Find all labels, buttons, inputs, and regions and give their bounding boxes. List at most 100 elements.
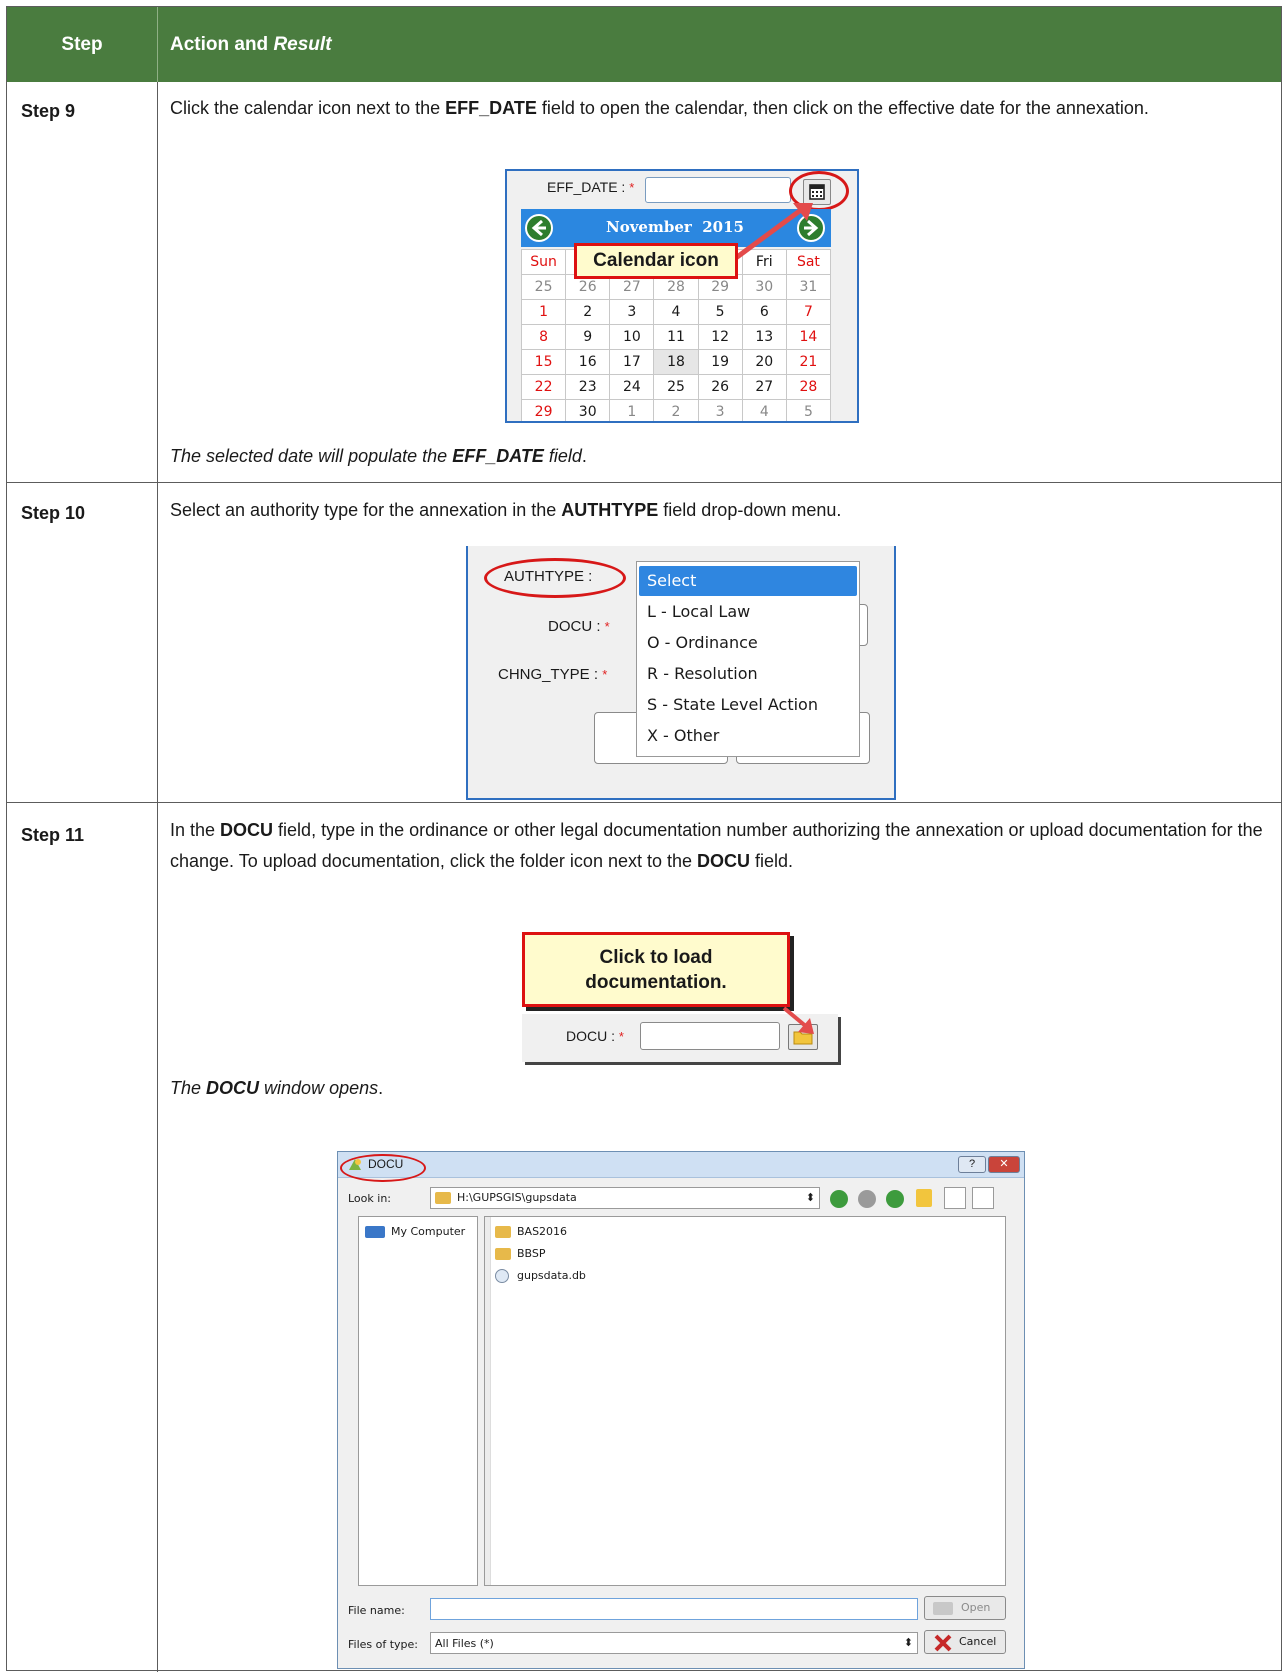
calendar-day[interactable]: 20 [741,349,787,375]
calendar-day[interactable]: 5 [785,399,832,421]
calendar-day[interactable]: 4 [653,299,699,325]
sidebar-pane: My Computer [358,1216,478,1586]
prev-month-button[interactable] [525,214,553,242]
authtype-option[interactable]: O - Ordinance [639,628,857,658]
calendar-day[interactable]: 10 [609,324,655,350]
back-arrow-icon[interactable] [830,1190,848,1208]
docu-field-label: DOCU : * [566,1028,624,1044]
calendar-day[interactable]: 1 [520,299,567,325]
step9-instruction: Click the calendar icon next to the EFF_… [170,93,1265,124]
folder-icon [495,1226,511,1238]
detail-view-icon[interactable] [972,1187,994,1209]
calendar-day[interactable]: 9 [565,324,611,350]
authtype-dropdown[interactable]: Select L - Local Law O - Ordinance R - Reso… [636,561,860,757]
list-view-icon[interactable] [944,1187,966,1209]
authtype-option[interactable]: Select [639,566,857,596]
forward-arrow-icon[interactable] [858,1190,876,1208]
step11-text-3: field. [750,851,794,871]
calendar-day[interactable]: 17 [609,349,655,375]
calendar-day[interactable]: 15 [520,349,567,375]
splitter-handle[interactable] [485,1217,491,1585]
calendar-day[interactable]: 26 [697,374,743,400]
calendar-day[interactable]: 28 [785,374,832,400]
callout-line-1: Click to load [599,947,713,968]
chng-type-label-text: CHNG_TYPE : [498,666,599,683]
calendar-month: November [606,218,692,236]
step9-result-2: field [543,446,582,466]
calendar-day[interactable]: 7 [785,299,832,325]
calendar-day[interactable]: 30 [565,399,611,421]
calendar-day[interactable]: 29 [520,399,567,421]
calendar-day[interactable]: 13 [741,324,787,350]
docu-label: DOCU : * [548,618,610,635]
arrow-left-icon [531,219,546,237]
calendar-day[interactable]: 8 [520,324,567,350]
calendar-day[interactable]: 3 [697,399,743,421]
step9-field: EFF_DATE [445,98,537,118]
step11-text-1: In the [170,820,221,840]
calendar-day[interactable]: 11 [653,324,699,350]
calendar-day[interactable]: 19 [697,349,743,375]
calendar-day[interactable]: 2 [565,299,611,325]
calendar-day[interactable]: 1 [609,399,655,421]
help-button[interactable]: ? [958,1156,986,1173]
authtype-option[interactable]: L - Local Law [639,597,857,627]
look-in-select[interactable]: H:\GUPSGIS\gupsdata ⬍ [430,1187,820,1209]
row-divider [7,802,1281,803]
calendar-day[interactable]: 6 [741,299,787,325]
calendar-month-year: November 2015 [606,218,744,236]
calendar-week-row: 22 23 24 25 26 27 28 [520,374,832,400]
cancel-button[interactable]: Cancel [924,1630,1006,1654]
calendar-day[interactable]: 21 [785,349,832,375]
calendar-week-row: 1234567 [520,299,832,325]
calendar-day[interactable]: 25 [520,274,567,300]
dialog-titlebar: DOCU ? ✕ [338,1152,1024,1178]
docu-field-screenshot: Click to load documentation. DOCU : * [522,932,840,1062]
open-button[interactable]: Open [924,1596,1006,1620]
file-name-input[interactable] [430,1598,918,1620]
files-of-type-select[interactable]: All Files (*) ⬍ [430,1632,918,1654]
step9-result: The selected date will populate the EFF_… [170,441,1265,472]
calendar-day[interactable]: 25 [653,374,699,400]
file-name: BBSP [517,1247,546,1260]
calendar-day[interactable]: 12 [697,324,743,350]
required-mark: * [629,180,635,195]
calendar-day[interactable]: 27 [741,374,787,400]
authtype-option[interactable]: S - State Level Action [639,690,857,720]
column-divider [157,82,158,1672]
spinner-icon: ⬍ [805,1191,815,1204]
file-list-item[interactable]: gupsdata.db [495,1269,586,1283]
calendar-day[interactable]: 23 [565,374,611,400]
file-name-label: File name: [348,1604,405,1617]
authtype-highlight-ring [484,558,626,598]
step11-instruction: In the DOCU field, type in the ordinance… [170,815,1265,877]
new-folder-icon[interactable] [916,1189,932,1207]
calendar-day[interactable]: 3 [609,299,655,325]
calendar-icon-callout: Calendar icon [574,243,738,279]
header-action: Action and Result [170,7,332,82]
database-file-icon [495,1269,509,1283]
eff-date-input[interactable] [645,177,791,203]
file-list-item[interactable]: BBSP [495,1247,546,1260]
step11-result-end: . [378,1078,384,1098]
calendar-day[interactable]: 24 [609,374,655,400]
calendar-day[interactable]: 2 [653,399,699,421]
up-arrow-icon[interactable] [886,1190,904,1208]
calendar-day[interactable]: 5 [697,299,743,325]
file-list-item[interactable]: BAS2016 [495,1225,567,1238]
procedure-table: Step Action and Result Step 9 Click the … [6,6,1282,1672]
calendar-day[interactable]: 22 [520,374,567,400]
step10-field: AUTHTYPE [561,500,659,520]
close-button[interactable]: ✕ [988,1156,1020,1173]
calendar-day[interactable]: 14 [785,324,832,350]
authtype-option[interactable]: X - Other [639,721,857,751]
calendar-day[interactable]: 31 [785,274,832,300]
docu-field-input[interactable] [640,1022,780,1050]
calendar-day[interactable]: 16 [565,349,611,375]
sidebar-item-my-computer[interactable]: My Computer [365,1225,465,1238]
authtype-option[interactable]: R - Resolution [639,659,857,689]
calendar-day[interactable]: 4 [741,399,787,421]
calendar-day[interactable]: 30 [741,274,787,300]
open-label: Open [961,1601,991,1614]
calendar-day[interactable]: 18 [653,349,699,375]
